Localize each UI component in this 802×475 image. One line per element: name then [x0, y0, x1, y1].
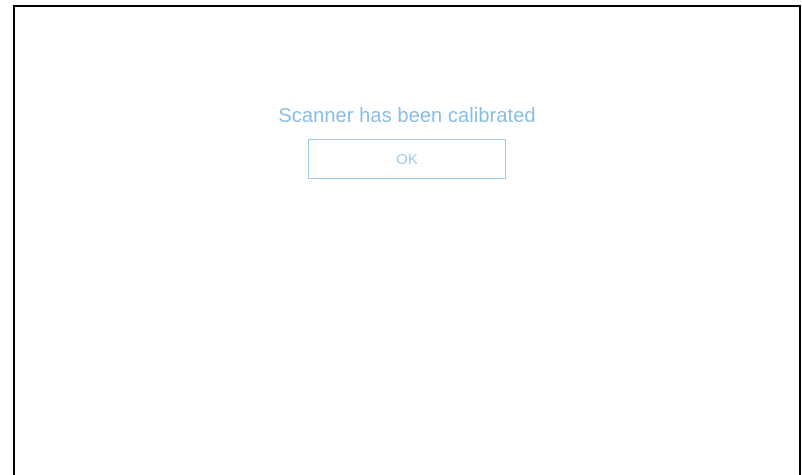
ok-button[interactable]: OK	[308, 139, 506, 179]
app-window: Scanner has been calibrated OK	[13, 5, 801, 475]
dialog-message: Scanner has been calibrated	[278, 105, 536, 127]
calibration-dialog: Scanner has been calibrated OK	[15, 102, 799, 179]
